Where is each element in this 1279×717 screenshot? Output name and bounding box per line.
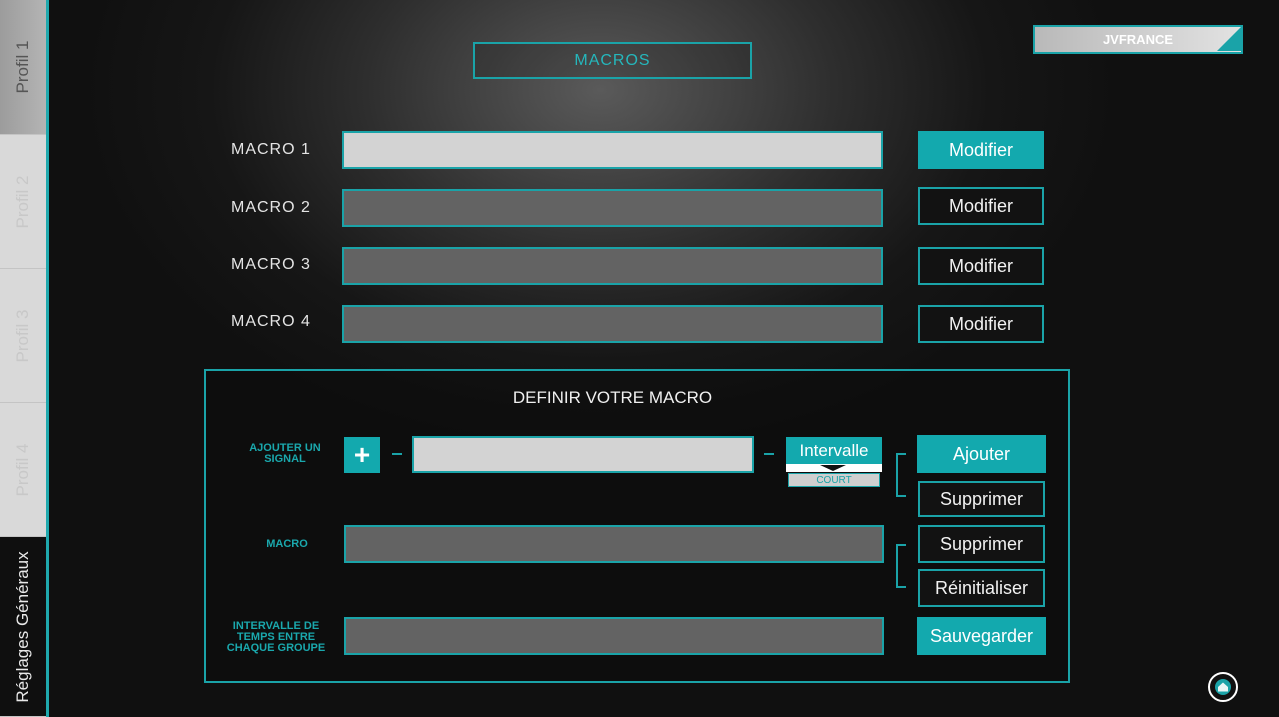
brand-badge: JVFRANCE	[1033, 25, 1243, 54]
triangle-down-icon	[820, 465, 846, 471]
interval-option[interactable]: COURT	[788, 473, 880, 487]
plus-icon: +	[353, 439, 371, 470]
tab-profil-1[interactable]: Profil 1	[0, 0, 46, 135]
group-interval-field[interactable]	[344, 617, 884, 655]
signal-field[interactable]	[412, 436, 754, 473]
macro-2-label: MACRO 2	[231, 199, 311, 216]
tab-profil-3[interactable]: Profil 3	[0, 269, 46, 403]
page-title: MACROS	[473, 42, 752, 79]
add-signal-label: AJOUTER UN SIGNAL	[249, 442, 321, 465]
home-icon	[1215, 679, 1231, 695]
macro-4-label: MACRO 4	[231, 313, 311, 330]
profile-sidebar: Profil 1 Profil 2 Profil 3 Profil 4 Régl…	[0, 0, 46, 717]
macro-3-label: MACRO 3	[231, 256, 311, 273]
plus-button[interactable]: +	[344, 437, 380, 473]
macro-3-modify-button[interactable]: Modifier	[918, 247, 1044, 285]
dash-separator	[764, 453, 774, 455]
brand-text: JVFRANCE	[1102, 32, 1174, 47]
macro-2-modify-button[interactable]: Modifier	[918, 187, 1044, 225]
tab-label: Profil 2	[13, 175, 32, 228]
interval-arrow-bar	[786, 464, 882, 472]
tab-profil-4[interactable]: Profil 4	[0, 403, 46, 537]
corner-triangle-icon	[1217, 27, 1241, 51]
macro-2-field[interactable]	[342, 189, 883, 227]
macro-sequence-field[interactable]	[344, 525, 884, 563]
reset-button[interactable]: Réinitialiser	[918, 569, 1045, 607]
delete-macro-button[interactable]: Supprimer	[918, 525, 1045, 563]
tab-label: Profil 3	[13, 309, 32, 362]
bracket-connector	[896, 544, 906, 588]
interval-label: Intervalle	[786, 437, 882, 464]
add-button[interactable]: Ajouter	[917, 435, 1046, 473]
tab-label: Profil 1	[13, 40, 32, 94]
group-interval-label: INTERVALLE DE TEMPS ENTRE CHAQUE GROUPE	[226, 620, 326, 654]
define-macro-title: DEFINIR VOTRE MACRO	[512, 388, 713, 407]
tab-profil-2[interactable]: Profil 2	[0, 135, 46, 269]
tab-label: Profil 4	[13, 443, 32, 496]
macro-1-field[interactable]	[342, 131, 883, 169]
page-title-text: MACROS	[574, 51, 651, 69]
bracket-connector	[896, 453, 906, 497]
dash-separator	[392, 453, 402, 455]
delete-signal-button[interactable]: Supprimer	[918, 481, 1045, 517]
macro-1-label: MACRO 1	[231, 141, 311, 158]
sidebar-divider	[46, 0, 49, 717]
macro-1-modify-button[interactable]: Modifier	[918, 131, 1044, 169]
home-button[interactable]	[1208, 672, 1238, 702]
save-button[interactable]: Sauvegarder	[917, 617, 1046, 655]
tab-reglages-generaux[interactable]: Réglages Généraux	[0, 537, 46, 717]
interval-selector[interactable]: Intervalle COURT	[786, 437, 882, 489]
macro-3-field[interactable]	[342, 247, 883, 285]
tab-label: Réglages Généraux	[13, 550, 32, 703]
macro-4-modify-button[interactable]: Modifier	[918, 305, 1044, 343]
macro-label: MACRO	[266, 538, 308, 550]
macro-4-field[interactable]	[342, 305, 883, 343]
